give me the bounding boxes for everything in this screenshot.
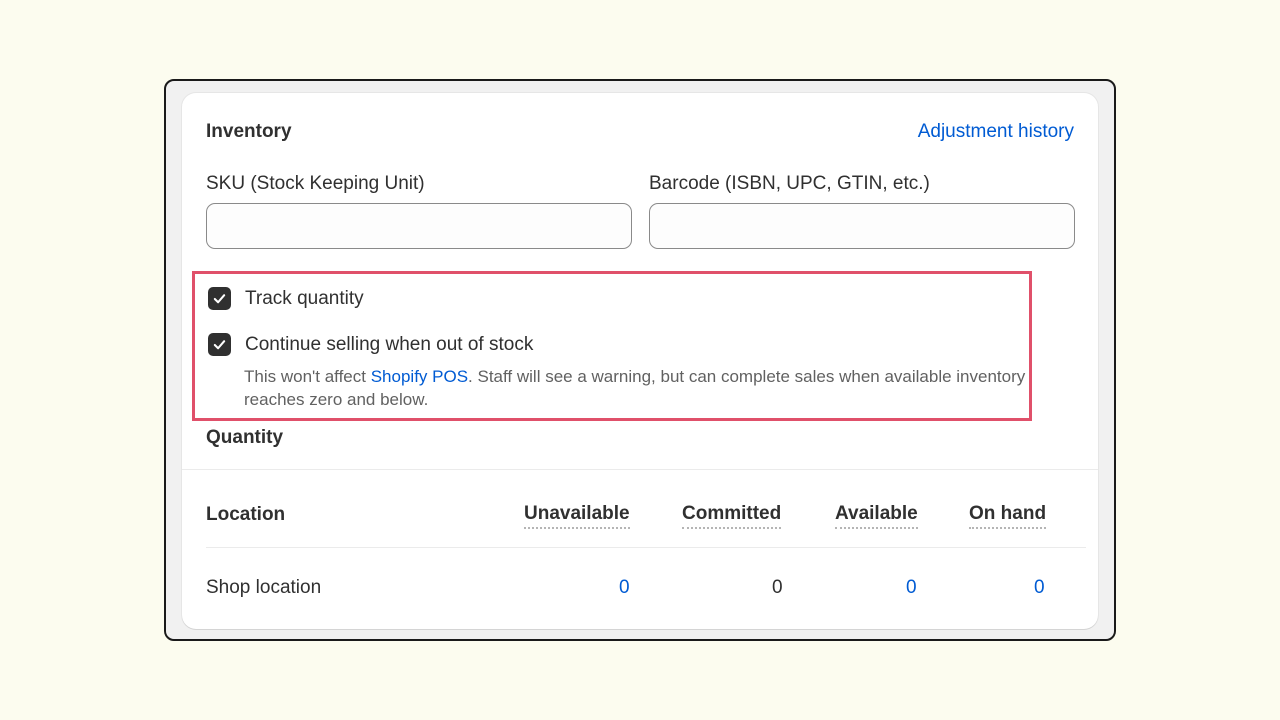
unavailable-value-link[interactable]: 0 — [619, 577, 630, 599]
track-quantity-row: Track quantity — [208, 287, 364, 310]
table-row-location: Shop location — [206, 577, 322, 598]
adjustment-history-link[interactable]: Adjustment history — [918, 121, 1074, 143]
sku-label: SKU (Stock Keeping Unit) — [206, 173, 425, 194]
column-header-on-hand[interactable]: On hand — [969, 503, 1047, 529]
on-hand-value-link[interactable]: 0 — [1034, 577, 1045, 599]
continue-selling-row: Continue selling when out of stock — [208, 333, 533, 356]
checkmark-icon — [213, 340, 226, 350]
screenshot-frame: Inventory Adjustment history SKU (Stock … — [164, 79, 1116, 641]
section-divider — [182, 469, 1098, 470]
continue-selling-checkbox[interactable] — [208, 333, 231, 356]
column-header-unavailable[interactable]: Unavailable — [524, 503, 630, 529]
column-header-location: Location — [206, 504, 286, 525]
continue-selling-helper-text: This won't affect Shopify POS. Staff wil… — [244, 365, 1034, 411]
track-quantity-checkbox[interactable] — [208, 287, 231, 310]
helper-prefix: This won't affect — [244, 367, 371, 386]
barcode-label: Barcode (ISBN, UPC, GTIN, etc.) — [649, 173, 930, 194]
committed-value: 0 — [772, 577, 783, 598]
column-header-available[interactable]: Available — [835, 503, 918, 529]
barcode-input[interactable] — [649, 203, 1075, 249]
table-header-divider — [206, 547, 1086, 548]
quantity-title: Quantity — [206, 427, 284, 448]
track-quantity-label: Track quantity — [245, 287, 364, 309]
available-value-link[interactable]: 0 — [906, 577, 917, 599]
inventory-title: Inventory — [206, 121, 292, 142]
checkmark-icon — [213, 294, 226, 304]
inventory-card: Inventory Adjustment history SKU (Stock … — [182, 93, 1098, 629]
column-header-committed[interactable]: Committed — [682, 503, 782, 529]
shopify-pos-link[interactable]: Shopify POS — [371, 367, 468, 386]
sku-input[interactable] — [206, 203, 632, 249]
continue-selling-label: Continue selling when out of stock — [245, 333, 534, 355]
